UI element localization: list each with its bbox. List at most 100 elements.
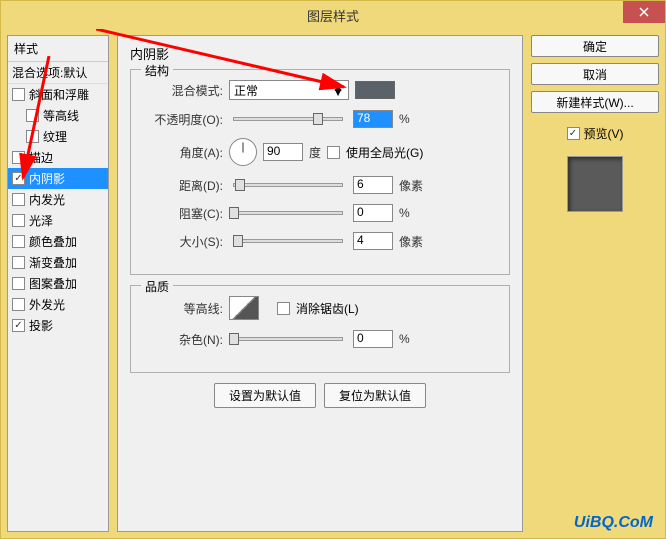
blend-options-row[interactable]: 混合选项:默认	[8, 62, 108, 84]
antialias-checkbox[interactable]	[277, 302, 290, 315]
style-item-0[interactable]: 斜面和浮雕	[8, 84, 108, 105]
style-label: 投影	[29, 317, 53, 334]
close-button[interactable]	[623, 1, 665, 23]
size-input[interactable]: 4	[353, 232, 393, 250]
style-label: 斜面和浮雕	[29, 86, 89, 103]
style-item-9[interactable]: 图案叠加	[8, 273, 108, 294]
contour-row: 等高线: 消除锯齿(L)	[143, 296, 497, 320]
style-item-4[interactable]: 内阴影	[8, 168, 108, 189]
style-label: 纹理	[43, 128, 67, 145]
style-checkbox[interactable]	[12, 172, 25, 185]
style-item-11[interactable]: 投影	[8, 315, 108, 336]
style-item-8[interactable]: 渐变叠加	[8, 252, 108, 273]
global-light-label: 使用全局光(G)	[346, 144, 423, 161]
quality-legend: 品质	[141, 278, 173, 295]
style-checkbox[interactable]	[12, 193, 25, 206]
preview-thumbnail	[567, 156, 623, 212]
style-checkbox[interactable]	[26, 109, 39, 122]
choke-slider[interactable]	[233, 211, 343, 215]
contour-picker[interactable]	[229, 296, 259, 320]
style-checkbox[interactable]	[12, 214, 25, 227]
style-label: 光泽	[29, 212, 53, 229]
choke-row: 阻塞(C): 0 %	[143, 204, 497, 222]
style-checkbox[interactable]	[12, 88, 25, 101]
style-label: 内阴影	[29, 170, 65, 187]
size-slider[interactable]	[233, 239, 343, 243]
style-checkbox[interactable]	[12, 151, 25, 164]
style-label: 描边	[29, 149, 53, 166]
layer-style-dialog: 图层样式 样式 混合选项:默认 斜面和浮雕等高线纹理描边内阴影内发光光泽颜色叠加…	[0, 0, 666, 539]
angle-row: 角度(A): 90 度 使用全局光(G)	[143, 138, 497, 166]
new-style-button[interactable]: 新建样式(W)...	[531, 91, 659, 113]
distance-unit: 像素	[399, 177, 423, 194]
style-label: 渐变叠加	[29, 254, 77, 271]
styles-header: 样式	[8, 36, 108, 62]
style-label: 图案叠加	[29, 275, 77, 292]
distance-input[interactable]: 6	[353, 176, 393, 194]
antialias-label: 消除锯齿(L)	[296, 300, 359, 317]
choke-input[interactable]: 0	[353, 204, 393, 222]
style-item-6[interactable]: 光泽	[8, 210, 108, 231]
titlebar: 图层样式	[1, 1, 665, 29]
opacity-slider[interactable]	[233, 117, 343, 121]
blend-mode-value: 正常	[234, 82, 258, 99]
reset-default-button[interactable]: 复位为默认值	[324, 383, 426, 408]
default-buttons: 设置为默认值 复位为默认值	[130, 383, 510, 408]
size-label: 大小(S):	[143, 233, 223, 250]
noise-label: 杂色(N):	[143, 331, 223, 348]
style-item-3[interactable]: 描边	[8, 147, 108, 168]
opacity-label: 不透明度(O):	[143, 111, 223, 128]
style-item-2[interactable]: 纹理	[8, 126, 108, 147]
preview-label: 预览(V)	[584, 125, 624, 142]
size-row: 大小(S): 4 像素	[143, 232, 497, 250]
choke-unit: %	[399, 206, 410, 220]
dialog-title: 图层样式	[307, 6, 359, 25]
style-item-10[interactable]: 外发光	[8, 294, 108, 315]
style-checkbox[interactable]	[26, 130, 39, 143]
style-checkbox[interactable]	[12, 235, 25, 248]
size-unit: 像素	[399, 233, 423, 250]
global-light-checkbox[interactable]	[327, 146, 340, 159]
set-default-button[interactable]: 设置为默认值	[214, 383, 316, 408]
noise-row: 杂色(N): 0 %	[143, 330, 497, 348]
styles-panel: 样式 混合选项:默认 斜面和浮雕等高线纹理描边内阴影内发光光泽颜色叠加渐变叠加图…	[7, 35, 109, 532]
style-checkbox[interactable]	[12, 256, 25, 269]
section-title: 内阴影	[130, 44, 510, 63]
angle-unit: 度	[309, 144, 321, 161]
blend-mode-select[interactable]: 正常 ▲▼	[229, 80, 349, 100]
preview-row: 预览(V)	[531, 125, 659, 142]
dialog-content: 样式 混合选项:默认 斜面和浮雕等高线纹理描边内阴影内发光光泽颜色叠加渐变叠加图…	[1, 29, 665, 538]
distance-label: 距离(D):	[143, 177, 223, 194]
shadow-color-swatch[interactable]	[355, 81, 395, 99]
style-label: 等高线	[43, 107, 79, 124]
style-checkbox[interactable]	[12, 277, 25, 290]
noise-input[interactable]: 0	[353, 330, 393, 348]
structure-fieldset: 结构 混合模式: 正常 ▲▼ 不透明度(O): 78 % 角度(A)	[130, 69, 510, 275]
ok-button[interactable]: 确定	[531, 35, 659, 57]
style-list: 斜面和浮雕等高线纹理描边内阴影内发光光泽颜色叠加渐变叠加图案叠加外发光投影	[8, 84, 108, 336]
angle-dial[interactable]	[229, 138, 257, 166]
style-item-5[interactable]: 内发光	[8, 189, 108, 210]
opacity-row: 不透明度(O): 78 %	[143, 110, 497, 128]
opacity-input[interactable]: 78	[353, 110, 393, 128]
style-checkbox[interactable]	[12, 319, 25, 332]
close-icon	[639, 7, 649, 17]
style-label: 外发光	[29, 296, 65, 313]
select-arrows-icon: ▲▼	[332, 85, 344, 95]
preview-checkbox[interactable]	[567, 127, 580, 140]
style-checkbox[interactable]	[12, 298, 25, 311]
noise-unit: %	[399, 332, 410, 346]
distance-slider[interactable]	[233, 183, 343, 187]
cancel-button[interactable]: 取消	[531, 63, 659, 85]
blend-mode-label: 混合模式:	[143, 82, 223, 99]
quality-fieldset: 品质 等高线: 消除锯齿(L) 杂色(N): 0 %	[130, 285, 510, 373]
angle-label: 角度(A):	[143, 144, 223, 161]
opacity-unit: %	[399, 112, 410, 126]
choke-label: 阻塞(C):	[143, 205, 223, 222]
style-label: 颜色叠加	[29, 233, 77, 250]
blend-mode-row: 混合模式: 正常 ▲▼	[143, 80, 497, 100]
style-item-1[interactable]: 等高线	[8, 105, 108, 126]
noise-slider[interactable]	[233, 337, 343, 341]
style-item-7[interactable]: 颜色叠加	[8, 231, 108, 252]
angle-input[interactable]: 90	[263, 143, 303, 161]
